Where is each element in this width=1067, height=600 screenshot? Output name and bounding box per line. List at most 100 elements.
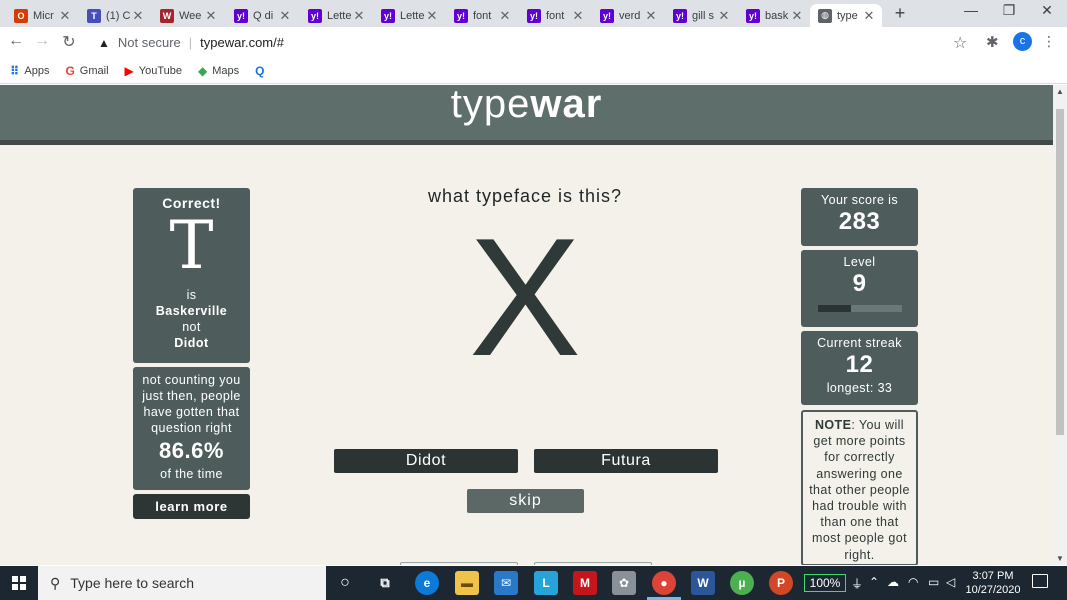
level-progress-bar <box>817 305 902 312</box>
result-is-label: is <box>186 288 197 302</box>
book-icon: W <box>160 8 174 23</box>
new-tab-button[interactable]: + <box>890 3 910 24</box>
back-icon[interactable]: ← <box>5 32 27 50</box>
forward-icon[interactable]: → <box>31 32 53 50</box>
score-value: 283 <box>838 208 881 235</box>
tab-strip: O Micr ✕ T (1) C ✕ W Wee ✕ y! Q di ✕ y! Lette ✕ y! Lette… <box>0 0 1067 27</box>
bookmark-label: Maps <box>212 64 240 77</box>
tab-close-icon[interactable]: ✕ <box>571 8 585 24</box>
restore-icon[interactable]: ❐ <box>994 2 1024 19</box>
tab-close-icon[interactable]: ✕ <box>790 8 804 24</box>
maps-icon: ◆ <box>198 63 208 78</box>
mail-icon[interactable]: ✉ <box>494 571 518 595</box>
browser-tab[interactable]: y! bask ✕ <box>738 4 810 27</box>
cortana-icon[interactable]: ○ <box>333 571 357 595</box>
tab-close-icon[interactable]: ✕ <box>131 8 145 24</box>
extensions-puzzle-icon[interactable]: ✱ <box>986 33 999 51</box>
minimize-icon[interactable]: — <box>956 2 986 18</box>
tab-close-icon[interactable]: ✕ <box>644 8 658 24</box>
reload-icon[interactable]: ↻ <box>58 32 80 52</box>
tab-title: (1) C <box>106 9 131 22</box>
tab-close-icon[interactable]: ✕ <box>498 8 512 24</box>
notification-center-icon[interactable] <box>1032 574 1048 588</box>
battery-indicator[interactable]: 100% <box>804 574 846 592</box>
address-bar[interactable]: ▲ Not secure | typewar.com/# <box>88 29 978 56</box>
bookmark-item[interactable]: ◆ Maps <box>198 64 239 78</box>
browser-tab[interactable]: T (1) C ✕ <box>79 4 151 27</box>
close-window-icon[interactable]: ✕ <box>1032 2 1062 19</box>
app-misc-icon[interactable]: ✿ <box>612 571 636 595</box>
browser-tab[interactable]: y! gill s ✕ <box>665 4 737 27</box>
mcafee-icon[interactable]: M <box>573 571 597 595</box>
bookmark-item[interactable]: ▶ YouTube <box>125 64 182 78</box>
site-logo[interactable]: typewar <box>0 85 1053 126</box>
yahoo-icon: y! <box>234 8 248 23</box>
browser-tab[interactable]: y! font ✕ <box>519 4 591 27</box>
skip-button[interactable]: skip <box>467 489 584 513</box>
app-l-icon[interactable]: L <box>534 571 558 595</box>
bookmark-item[interactable]: Q <box>255 64 269 78</box>
choice-button-futura[interactable]: Futura <box>534 449 718 473</box>
taskbar-search-box[interactable]: ⚲ Type here to search <box>38 566 326 600</box>
chrome-icon[interactable]: ● <box>652 571 676 595</box>
browser-tab[interactable]: ◍ type ✕ <box>810 4 882 27</box>
tab-close-icon[interactable]: ✕ <box>204 8 218 24</box>
browser-tab[interactable]: y! Lette ✕ <box>300 4 372 27</box>
tray-chevron-icon[interactable]: ⌃ <box>869 575 879 589</box>
tab-close-icon[interactable]: ✕ <box>352 8 366 24</box>
clock-time: 3:07 PM <box>972 570 1014 582</box>
windows-taskbar: ⚲ Type here to search ○ ⧉ e ▬ ✉ L M ✿ ● … <box>0 566 1067 600</box>
partial-button-outline <box>534 562 652 565</box>
bookmark-item[interactable]: ⠿ Apps <box>10 64 49 78</box>
note-line: right. <box>844 547 875 562</box>
note-line: answering one <box>816 466 903 481</box>
tab-title: type <box>837 9 858 22</box>
tab-title: font <box>473 9 492 22</box>
browser-tab[interactable]: W Wee ✕ <box>152 4 224 27</box>
scrollbar-thumb[interactable] <box>1056 109 1064 435</box>
browser-tab[interactable]: y! Q di ✕ <box>226 4 298 27</box>
profile-avatar[interactable]: c <box>1013 32 1032 51</box>
browser-tab[interactable]: y! Lette ✕ <box>373 4 445 27</box>
menu-kebab-icon[interactable]: ⋮ <box>1042 33 1056 50</box>
choice-button-didot[interactable]: Didot <box>334 449 518 473</box>
edge-icon[interactable]: e <box>415 571 439 595</box>
scroll-up-icon[interactable]: ▲ <box>1053 87 1067 96</box>
yahoo-icon: y! <box>746 8 760 23</box>
tab-close-icon[interactable]: ✕ <box>425 8 439 24</box>
task-view-icon[interactable]: ⧉ <box>373 571 397 595</box>
volume-icon[interactable]: ◁ <box>946 575 955 589</box>
onedrive-cloud-icon[interactable]: ☁ <box>887 575 899 589</box>
stats-percent: 86.6% <box>159 438 224 463</box>
plug-icon[interactable]: ⏚ <box>851 575 863 592</box>
utorrent-icon[interactable]: µ <box>730 571 754 595</box>
level-progress-fill <box>817 305 852 312</box>
learn-more-button[interactable]: learn more <box>133 494 250 519</box>
vertical-scrollbar[interactable]: ▲ ▼ <box>1053 85 1067 565</box>
tab-close-icon[interactable]: ✕ <box>58 8 72 24</box>
word-icon[interactable]: W <box>691 571 715 595</box>
stats-panel: not counting you just then, people have … <box>133 367 250 490</box>
bookmark-star-icon[interactable]: ☆ <box>953 33 967 53</box>
start-button[interactable] <box>0 566 38 600</box>
streak-panel: Current streak 12 longest: 33 <box>801 331 918 405</box>
stats-line: just then, people <box>142 389 241 403</box>
tab-close-icon[interactable]: ✕ <box>278 8 292 24</box>
powerpoint-icon[interactable]: P <box>769 571 793 595</box>
browser-tab[interactable]: O Micr ✕ <box>6 4 78 27</box>
tab-close-icon[interactable]: ✕ <box>862 8 876 24</box>
office-icon: O <box>14 8 28 23</box>
stats-suffix: of the time <box>160 467 223 481</box>
yahoo-icon: y! <box>381 8 395 23</box>
bookmark-item[interactable]: G Gmail <box>65 64 108 78</box>
battery-tray-icon[interactable]: ▭ <box>928 575 939 589</box>
scroll-down-icon[interactable]: ▼ <box>1053 554 1067 563</box>
logo-bold-text: war <box>530 85 603 126</box>
tab-title: verd <box>619 9 641 22</box>
system-clock[interactable]: 3:07 PM 10/27/2020 <box>962 569 1024 597</box>
browser-tab[interactable]: y! verd ✕ <box>592 4 664 27</box>
wifi-icon[interactable]: ◠ <box>908 575 918 589</box>
file-explorer-icon[interactable]: ▬ <box>455 571 479 595</box>
browser-tab[interactable]: y! font ✕ <box>446 4 518 27</box>
tab-close-icon[interactable]: ✕ <box>717 8 731 24</box>
